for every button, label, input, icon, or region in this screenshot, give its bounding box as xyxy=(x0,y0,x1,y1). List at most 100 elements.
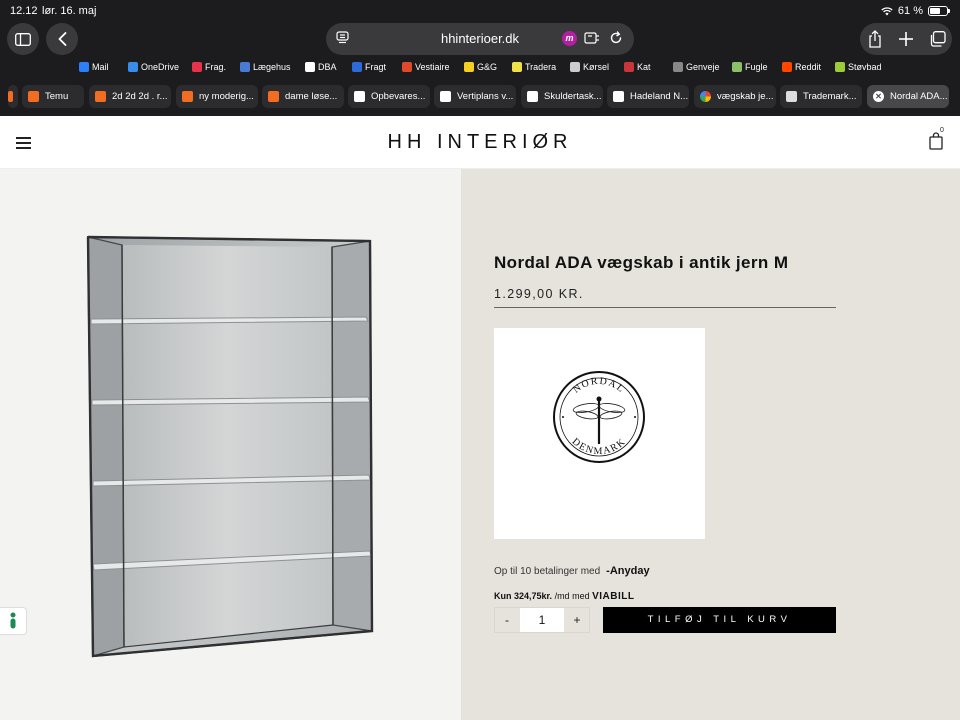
bookmark-fugle[interactable]: Fugle xyxy=(732,62,768,72)
product-image[interactable] xyxy=(0,169,461,720)
tab-label: Vertiplans v... xyxy=(457,91,514,102)
temu-icon xyxy=(268,91,279,102)
google-icon xyxy=(700,91,711,102)
anyday-text: Op til 10 betalinger med xyxy=(494,565,601,577)
temu-icon xyxy=(95,91,106,102)
browser-toolbar: hhinterioer.dk m xyxy=(0,22,960,56)
back-button[interactable] xyxy=(46,23,78,55)
status-bar: 12.12 lør. 16. maj 61 % xyxy=(0,0,960,22)
anyday-logo[interactable]: -Anyday xyxy=(606,565,649,577)
tab-label: Skuldertask... xyxy=(544,91,602,102)
tab-bar: Temu 2d 2d 2d . r... ny moderig... dame løs… xyxy=(0,83,960,110)
globe-icon xyxy=(240,62,250,72)
tab-7[interactable]: Hadeland N... xyxy=(607,85,689,108)
tab-4[interactable]: Opbevares... xyxy=(348,85,430,108)
bookmark-reddit[interactable]: Reddit xyxy=(782,62,821,72)
tab-10[interactable]: ✕ Nordal ADA... xyxy=(867,85,949,108)
viabill-amount: Kun 324,75kr. xyxy=(494,591,553,601)
tab-6[interactable]: Skuldertask... xyxy=(521,85,603,108)
tab-3[interactable]: dame løse... xyxy=(262,85,344,108)
quantity-stepper: - 1 + xyxy=(494,607,590,633)
bookmark-g-g[interactable]: G&G xyxy=(464,62,497,72)
product-gallery[interactable] xyxy=(0,169,461,720)
close-icon[interactable]: ✕ xyxy=(873,91,884,102)
tab-label: Hadeland N... xyxy=(630,91,689,102)
temu-icon xyxy=(182,91,193,102)
shopping-bag-icon[interactable] xyxy=(929,132,943,150)
bookmark-label: Frag. xyxy=(205,62,227,72)
status-time: 12.12 xyxy=(10,5,38,17)
tab-2[interactable]: ny moderig... xyxy=(176,85,258,108)
bookmark-fragt[interactable]: Fragt xyxy=(352,62,386,72)
reload-icon[interactable] xyxy=(609,31,623,45)
reader-icon[interactable] xyxy=(584,31,600,45)
bookmark-onedrive[interactable]: OneDrive xyxy=(128,62,179,72)
quantity-minus-button[interactable]: - xyxy=(495,608,519,632)
stovbad-icon xyxy=(835,62,845,72)
sidebar-icon xyxy=(15,32,31,46)
tab-label: Trademark... xyxy=(803,91,857,102)
dba-icon xyxy=(305,62,315,72)
bookmark-label: Vestiaire xyxy=(415,62,450,72)
brand-image[interactable]: NORDAL DENMARK xyxy=(494,328,705,539)
status-date: lør. 16. maj xyxy=(42,5,97,17)
new-tab-icon[interactable] xyxy=(899,32,913,46)
bookmark-kørsel[interactable]: Kørsel xyxy=(570,62,609,72)
product-title: Nordal ADA vægskab i antik jern M xyxy=(494,253,789,272)
bookmark-mail[interactable]: Mail xyxy=(79,62,109,72)
viabill-logo[interactable]: VIABILL xyxy=(592,591,634,602)
bookmark-genveje[interactable]: Genveje xyxy=(673,62,720,72)
cart-count: 0 xyxy=(940,127,944,134)
bookmark-støvbad[interactable]: Støvbad xyxy=(835,62,882,72)
korsel-icon xyxy=(570,62,580,72)
bookmark-lægehus[interactable]: Lægehus xyxy=(240,62,291,72)
accessibility-button[interactable] xyxy=(0,607,27,635)
accessibility-icon xyxy=(10,612,16,629)
chevron-left-icon xyxy=(58,32,66,46)
address-bar[interactable]: hhinterioer.dk m xyxy=(326,23,634,55)
paw-icon xyxy=(624,62,634,72)
viabill-text: /md med xyxy=(554,591,590,601)
add-to-cart-button[interactable]: TILFØJ TIL KURV xyxy=(603,607,836,633)
bookmark-frag-[interactable]: Frag. xyxy=(192,62,226,72)
temu-icon xyxy=(28,91,39,102)
tab-label: vægskab je... xyxy=(717,91,774,102)
tab-overflow-edge[interactable] xyxy=(8,85,18,108)
bookmark-tradera[interactable]: Tradera xyxy=(512,62,556,72)
quantity-plus-button[interactable]: + xyxy=(565,608,589,632)
tab-1[interactable]: 2d 2d 2d . r... xyxy=(89,85,171,108)
bookmark-vestiaire[interactable]: Vestiaire xyxy=(402,62,450,72)
anyday-info: Op til 10 betalinger med -Anyday xyxy=(494,565,650,577)
status-right: 61 % xyxy=(881,5,950,17)
bookmark-label: Kørsel xyxy=(583,62,610,72)
sidebar-button[interactable] xyxy=(7,23,39,55)
tab-9[interactable]: Trademark... xyxy=(780,85,862,108)
battery-percent: 61 % xyxy=(897,5,923,17)
bookmark-label: Tradera xyxy=(525,62,557,72)
bookmark-label: G&G xyxy=(477,62,498,72)
extension-m-icon[interactable]: m xyxy=(562,31,577,46)
vestiaire-icon xyxy=(402,62,412,72)
bookmark-label: Reddit xyxy=(795,62,822,72)
tab-8[interactable]: vægskab je... xyxy=(694,85,776,108)
tabs-overview-icon[interactable] xyxy=(929,31,946,47)
bookmark-label: Genveje xyxy=(686,62,720,72)
share-icon[interactable] xyxy=(868,30,882,48)
quantity-input[interactable]: 1 xyxy=(520,608,564,632)
tab-label: Temu xyxy=(45,91,69,102)
mail-icon xyxy=(79,62,89,72)
bookmark-label: Fragt xyxy=(365,62,387,72)
wifi-icon xyxy=(881,6,893,15)
frag-icon xyxy=(192,62,202,72)
site-logo[interactable]: HH INTERIØR xyxy=(0,131,960,154)
bookmark-kat[interactable]: Kat xyxy=(624,62,651,72)
tab-5[interactable]: Vertiplans v... xyxy=(434,85,516,108)
dba-icon xyxy=(354,91,365,102)
dba-icon xyxy=(527,91,538,102)
tab-label: ny moderig... xyxy=(199,91,254,102)
tab-0[interactable]: Temu xyxy=(22,85,84,108)
product-price: 1.299,00 KR. xyxy=(494,287,584,301)
bookmark-dba[interactable]: DBA xyxy=(305,62,337,72)
onedrive-icon xyxy=(128,62,138,72)
dba-icon xyxy=(613,91,624,102)
